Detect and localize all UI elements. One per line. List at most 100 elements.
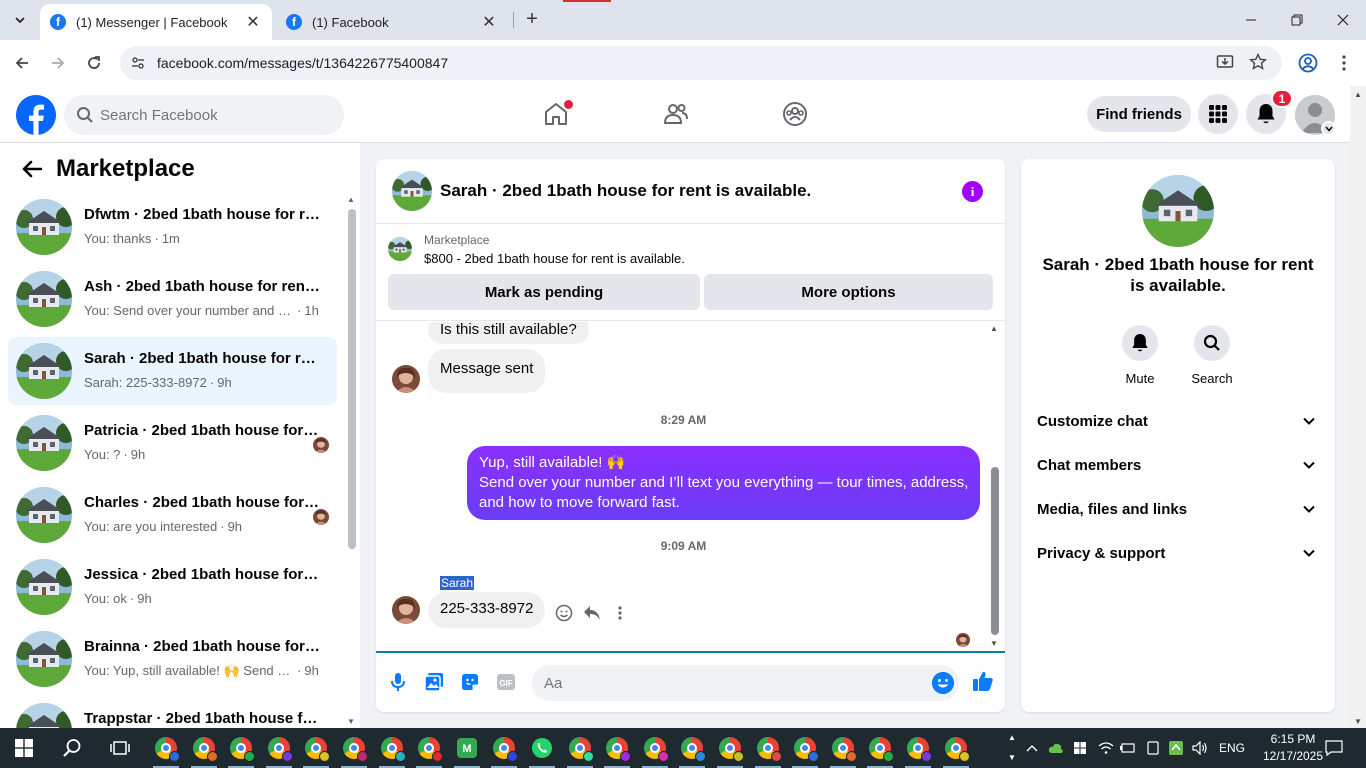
- info-icon[interactable]: i: [962, 181, 983, 202]
- chrome-profile-icon[interactable]: [603, 734, 631, 762]
- chat-title[interactable]: Sarah · 2bed 1bath house for rent is ava…: [440, 181, 811, 201]
- outgoing-message[interactable]: Yup, still available! 🙌 Send over your n…: [467, 446, 980, 520]
- url-text[interactable]: facebook.com/messages/t/1364226775400847: [157, 55, 448, 71]
- scrollbar-thumb[interactable]: [991, 467, 999, 635]
- bookmark-star-icon[interactable]: [1247, 52, 1269, 75]
- conversation-item[interactable]: Patricia · 2bed 1bath house for rent is …: [8, 409, 337, 477]
- forward-button[interactable]: [44, 49, 72, 77]
- scrollbar-thumb[interactable]: [348, 209, 356, 549]
- conversation-item[interactable]: Jessica · 2bed 1bath house for rent is a…: [8, 553, 337, 621]
- close-tab-icon[interactable]: ✕: [480, 12, 498, 32]
- windows-start-icon[interactable]: [10, 734, 38, 762]
- cloud-sync-icon[interactable]: [1048, 740, 1064, 756]
- chrome-profile-icon[interactable]: [265, 734, 293, 762]
- back-arrow-icon[interactable]: [16, 153, 48, 185]
- incoming-message[interactable]: 225-333-8972: [428, 592, 546, 628]
- phone-link-icon[interactable]: [1145, 740, 1161, 756]
- browser-tab-facebook[interactable]: f (1) Facebook ✕: [276, 4, 508, 40]
- chrome-profile-icon[interactable]: [866, 734, 894, 762]
- search-action[interactable]: Search: [1182, 325, 1242, 386]
- sarah-avatar[interactable]: [392, 365, 420, 393]
- close-window-button[interactable]: [1320, 0, 1366, 40]
- site-info-icon[interactable]: [128, 53, 148, 73]
- message-input[interactable]: [544, 665, 914, 701]
- house-thumbnail[interactable]: [392, 171, 432, 211]
- message-input-box[interactable]: [532, 665, 959, 701]
- more-options-button[interactable]: More options: [704, 274, 993, 310]
- conversation-item[interactable]: Sarah · 2bed 1bath house for rent is ava…: [8, 337, 337, 405]
- conversation-item[interactable]: Trappstar · 2bed 1bath house for rent is…: [8, 697, 337, 728]
- chrome-profile-icon[interactable]: [829, 734, 857, 762]
- chrome-profile-icon[interactable]: [678, 734, 706, 762]
- incoming-message[interactable]: Message sent: [428, 349, 546, 393]
- wifi-icon[interactable]: [1098, 740, 1114, 756]
- thread-scrollbar[interactable]: ▲ ▼: [989, 322, 1003, 650]
- chrome-profile-icon[interactable]: [378, 734, 406, 762]
- conversation-item[interactable]: Charles · 2bed 1bath house for rent is a…: [8, 481, 337, 549]
- find-friends-button[interactable]: Find friends: [1087, 96, 1191, 132]
- info-section-privacy-support[interactable]: Privacy & support: [1029, 531, 1327, 575]
- maps-app-icon[interactable]: M: [453, 734, 481, 762]
- scroll-up-icon[interactable]: ▲: [990, 324, 998, 333]
- scroll-down-icon[interactable]: ▼: [1354, 717, 1362, 726]
- chrome-profile-icon[interactable]: [152, 734, 180, 762]
- listing-name[interactable]: Sarah · 2bed 1bath house for rent is ava…: [1041, 254, 1315, 296]
- sidebar-scrollbar[interactable]: ▲ ▼: [345, 193, 359, 728]
- close-tab-icon[interactable]: ✕: [244, 12, 262, 32]
- profile-icon[interactable]: [1294, 49, 1322, 77]
- facebook-logo-icon[interactable]: [16, 95, 56, 135]
- chrome-profile-icon[interactable]: [566, 734, 594, 762]
- chrome-profile-icon[interactable]: [716, 734, 744, 762]
- conversation-item[interactable]: Brainna · 2bed 1bath house for rent is a…: [8, 625, 337, 693]
- friends-nav-icon[interactable]: [661, 99, 691, 129]
- microphone-icon[interactable]: [387, 671, 409, 693]
- listing-profile-image[interactable]: [1142, 175, 1214, 247]
- chrome-profile-icon[interactable]: [754, 734, 782, 762]
- emoji-icon[interactable]: [932, 672, 954, 694]
- tab-search-dropdown-icon[interactable]: [6, 6, 34, 34]
- mark-as-pending-button[interactable]: Mark as pending: [388, 274, 700, 310]
- scroll-up-icon[interactable]: ▲: [347, 195, 355, 204]
- scroll-down-icon[interactable]: ▼: [990, 639, 998, 648]
- new-tab-button[interactable]: +: [520, 8, 544, 32]
- clock-time[interactable]: 6:15 PM: [1260, 732, 1326, 746]
- show-hidden-icons[interactable]: [1024, 740, 1040, 756]
- chrome-profile-icon[interactable]: [904, 734, 932, 762]
- account-caret-icon[interactable]: [1321, 121, 1336, 136]
- sarah-avatar[interactable]: [392, 596, 420, 624]
- chrome-profile-icon[interactable]: [190, 734, 218, 762]
- chrome-profile-icon[interactable]: [415, 734, 443, 762]
- minimize-button[interactable]: [1228, 0, 1274, 40]
- like-thumb-icon[interactable]: [971, 669, 995, 693]
- install-app-icon[interactable]: [1214, 53, 1236, 75]
- info-section-media-files-and-links[interactable]: Media, files and links: [1029, 487, 1327, 531]
- chrome-profile-icon[interactable]: [791, 734, 819, 762]
- search-input[interactable]: [100, 95, 330, 135]
- chrome-profile-icon[interactable]: [490, 734, 518, 762]
- scroll-up-icon[interactable]: ▲: [1354, 90, 1362, 99]
- task-view-icon[interactable]: [106, 734, 134, 762]
- volume-icon[interactable]: [1192, 740, 1208, 756]
- chrome-profile-icon[interactable]: [227, 734, 255, 762]
- conversation-item[interactable]: Ash · 2bed 1bath house for rent is avail…: [8, 265, 337, 333]
- chrome-profile-icon[interactable]: [942, 734, 970, 762]
- chrome-profile-icon[interactable]: [340, 734, 368, 762]
- reply-icon[interactable]: [581, 602, 603, 624]
- reload-button[interactable]: [80, 49, 108, 77]
- browser-tab-messenger[interactable]: f (1) Messenger | Facebook ✕: [40, 4, 272, 40]
- taskbar-scroll[interactable]: ▲ ▼: [1004, 728, 1020, 768]
- battery-icon[interactable]: [1120, 740, 1136, 756]
- app-tray-icon[interactable]: [1168, 740, 1184, 756]
- address-bar[interactable]: facebook.com/messages/t/1364226775400847: [120, 46, 1282, 80]
- browser-menu-icon[interactable]: [1330, 49, 1358, 77]
- chrome-profile-icon[interactable]: [641, 734, 669, 762]
- mute-action[interactable]: Mute: [1110, 325, 1170, 386]
- scroll-down-icon[interactable]: ▼: [347, 717, 355, 726]
- clock-date[interactable]: 12/17/2025: [1254, 749, 1332, 763]
- mute-bell-icon[interactable]: [1122, 325, 1158, 361]
- more-actions-icon[interactable]: [609, 602, 631, 624]
- menu-grid-button[interactable]: [1198, 94, 1238, 134]
- back-button[interactable]: [8, 49, 36, 77]
- groups-nav-icon[interactable]: [780, 99, 810, 129]
- search-icon[interactable]: [1194, 325, 1230, 361]
